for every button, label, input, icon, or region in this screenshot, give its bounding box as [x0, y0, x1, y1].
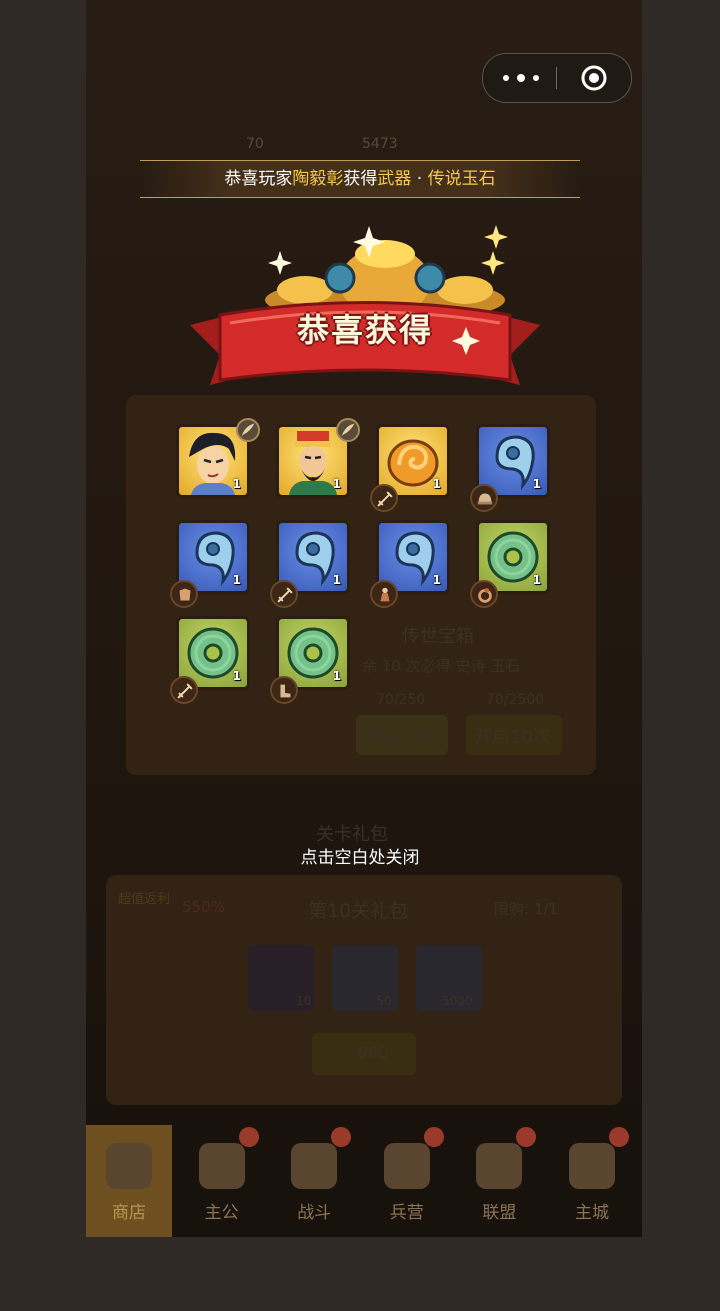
reward-qty: 1 [232, 669, 241, 683]
boot-icon [270, 676, 298, 704]
reward-item[interactable]: 1 [370, 520, 454, 608]
helmet-icon [470, 484, 498, 512]
sword-icon [270, 580, 298, 608]
reward-item[interactable]: 1 [370, 424, 454, 512]
reward-qty: 1 [232, 573, 241, 587]
nav-label: 主公 [204, 1203, 239, 1223]
reward-qty: 1 [332, 477, 341, 491]
nav-item[interactable]: 主公 [179, 1125, 265, 1237]
lord-icon [198, 1143, 245, 1189]
robe-icon [370, 580, 398, 608]
bottom-nav: 商店 主公 战斗 兵营 联盟 主城 [86, 1125, 642, 1237]
shop-icon [106, 1143, 152, 1189]
ring-icon [470, 580, 498, 608]
nav-label: 兵营 [389, 1203, 424, 1223]
notification-dot [423, 1127, 444, 1147]
barracks-icon [383, 1143, 430, 1189]
reward-qty: 1 [532, 477, 541, 491]
nav-label: 主城 [575, 1203, 609, 1223]
nav-label: 联盟 [482, 1203, 517, 1223]
reward-qty: 1 [332, 573, 341, 587]
more-dots-icon[interactable] [503, 68, 539, 88]
reward-item[interactable]: 1 [270, 520, 354, 608]
nav-item[interactable]: 兵营 [364, 1125, 450, 1237]
reward-item[interactable]: 1 [176, 418, 260, 502]
congrats-title: 恭喜获得 [296, 311, 433, 349]
sword-icon [370, 484, 398, 512]
nav-item[interactable]: 联盟 [456, 1125, 542, 1237]
miniprogram-capsule [482, 53, 632, 103]
reward-item[interactable]: 1 [270, 616, 354, 704]
nav-item[interactable]: 主城 [549, 1125, 635, 1237]
city-icon [569, 1143, 615, 1189]
reward-item[interactable]: 1 [276, 418, 360, 502]
sword-icon [170, 676, 198, 704]
broadcast-separator: · [411, 169, 428, 189]
notification-dot [516, 1127, 537, 1147]
broadcast-bar: 恭喜玩家陶毅彰获得武器 · 传说玉石 [140, 160, 580, 198]
broadcast-player: 陶毅彰 [292, 169, 344, 189]
broadcast-item-name: 传说玉石 [427, 169, 496, 189]
alliance-icon [476, 1143, 523, 1189]
reward-qty: 1 [432, 573, 441, 587]
nav-item[interactable]: 商店 [86, 1125, 172, 1237]
broadcast-middle: 获得 [343, 169, 378, 189]
battle-icon [291, 1143, 338, 1189]
reward-item[interactable]: 1 [170, 520, 254, 608]
target-icon[interactable] [581, 65, 607, 91]
broadcast-prefix: 恭喜玩家 [224, 169, 293, 189]
nav-item[interactable]: 战斗 [271, 1125, 357, 1237]
reward-item[interactable]: 1 [170, 616, 254, 704]
capsule-divider [556, 67, 557, 89]
reward-item[interactable]: 1 [470, 424, 554, 512]
armor-icon [170, 580, 198, 608]
reward-qty: 1 [532, 573, 541, 587]
notification-dot [609, 1127, 629, 1147]
feather-icon [236, 418, 260, 442]
reward-item[interactable]: 1 [470, 520, 554, 608]
reward-qty: 1 [332, 669, 341, 683]
reward-qty: 1 [432, 477, 441, 491]
nav-label: 战斗 [297, 1203, 332, 1223]
notification-dot [238, 1127, 259, 1147]
close-hint[interactable]: 点击空白处关闭 [0, 843, 720, 868]
nav-label: 商店 [112, 1203, 146, 1223]
feather-icon [336, 418, 360, 442]
notification-dot [331, 1127, 352, 1147]
broadcast-item-type: 武器 [377, 169, 412, 189]
reward-qty: 1 [232, 477, 241, 491]
